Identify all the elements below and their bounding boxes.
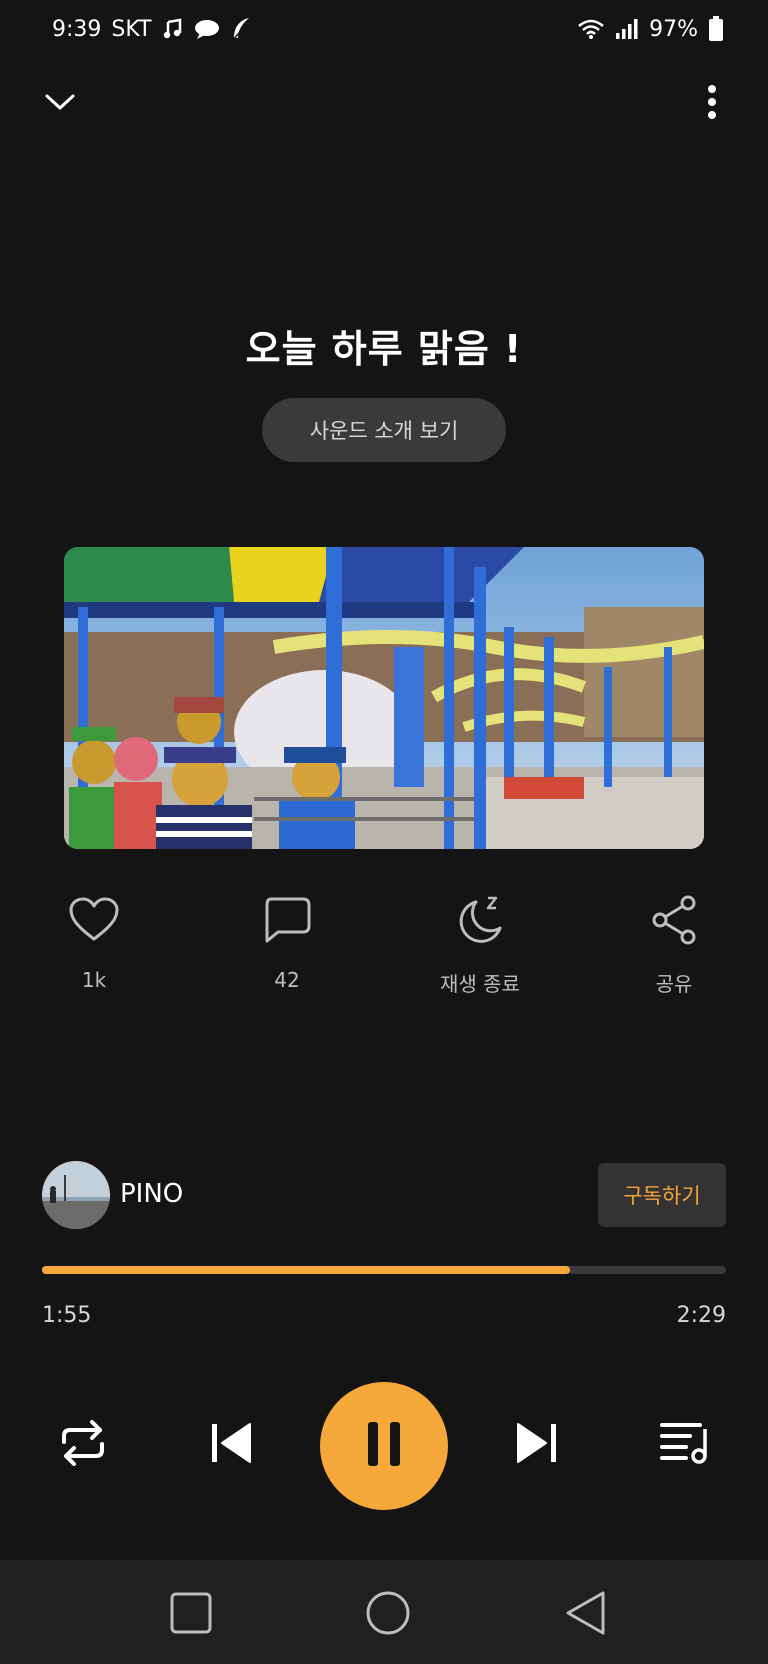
share-button[interactable]: 공유 (614, 890, 734, 1000)
system-nav-bar (0, 1560, 768, 1664)
home-button[interactable] (363, 1590, 413, 1640)
like-count: 1k (81, 968, 107, 992)
repeat-button[interactable] (54, 1416, 112, 1474)
track-title: 오늘 하루 맑음 ! (245, 327, 523, 371)
recent-apps-icon (169, 1591, 213, 1639)
wifi-icon (577, 18, 605, 40)
collapse-button[interactable] (40, 86, 80, 122)
chevron-down-icon (44, 92, 76, 116)
share-label: 공유 (655, 972, 693, 996)
comment-icon (257, 890, 317, 950)
repeat-icon (58, 1420, 108, 1470)
next-icon (516, 1422, 558, 1468)
progress-bar[interactable] (42, 1266, 726, 1274)
music-note-icon (162, 18, 184, 40)
back-icon (563, 1590, 607, 1640)
signal-icon (615, 18, 639, 40)
previous-icon (210, 1422, 252, 1468)
total-time: 2:29 (676, 1303, 726, 1328)
artist-avatar[interactable] (42, 1161, 110, 1229)
sound-intro-button[interactable]: 사운드 소개 보기 (262, 398, 506, 462)
more-vertical-icon (707, 84, 717, 124)
battery-percent: 97% (649, 16, 698, 42)
like-button[interactable]: 1k (34, 890, 154, 1000)
sleep-moon-icon (450, 890, 510, 950)
action-row: 1k 42 재생 종료 공유 (0, 890, 768, 1000)
battery-icon (708, 16, 724, 42)
top-bar (0, 74, 768, 134)
previous-button[interactable] (204, 1418, 258, 1472)
sleep-timer-button[interactable]: 재생 종료 (420, 890, 540, 1000)
status-carrier: SKT (111, 16, 152, 42)
artist-row: PINO 구독하기 (42, 1161, 726, 1229)
artist-name[interactable]: PINO (120, 1179, 183, 1209)
chat-bubble-icon (194, 18, 220, 40)
status-time: 9:39 (52, 16, 102, 42)
comment-button[interactable]: 42 (227, 890, 347, 1000)
playback-controls (0, 1380, 768, 1510)
heart-icon (64, 890, 124, 950)
pause-icon (366, 1420, 402, 1472)
comment-count: 42 (274, 968, 300, 992)
more-options-button[interactable] (692, 82, 732, 126)
home-icon (365, 1590, 411, 1640)
sleep-timer-label: 재생 종료 (440, 972, 520, 996)
status-left: 9:39 SKT (52, 16, 252, 42)
playlist-button[interactable] (656, 1418, 714, 1472)
pause-button[interactable] (320, 1382, 448, 1510)
subscribe-button[interactable]: 구독하기 (598, 1163, 726, 1227)
recent-apps-button[interactable] (166, 1590, 216, 1640)
status-bar: 9:39 SKT 97% (0, 0, 768, 58)
album-artwork (64, 547, 704, 849)
status-right: 97% (577, 16, 724, 42)
playlist-icon (660, 1421, 710, 1469)
next-button[interactable] (510, 1418, 564, 1472)
feather-icon (230, 16, 252, 42)
share-icon (644, 890, 704, 950)
back-button[interactable] (560, 1590, 610, 1640)
progress-fill (42, 1266, 571, 1274)
current-time: 1:55 (42, 1303, 92, 1328)
